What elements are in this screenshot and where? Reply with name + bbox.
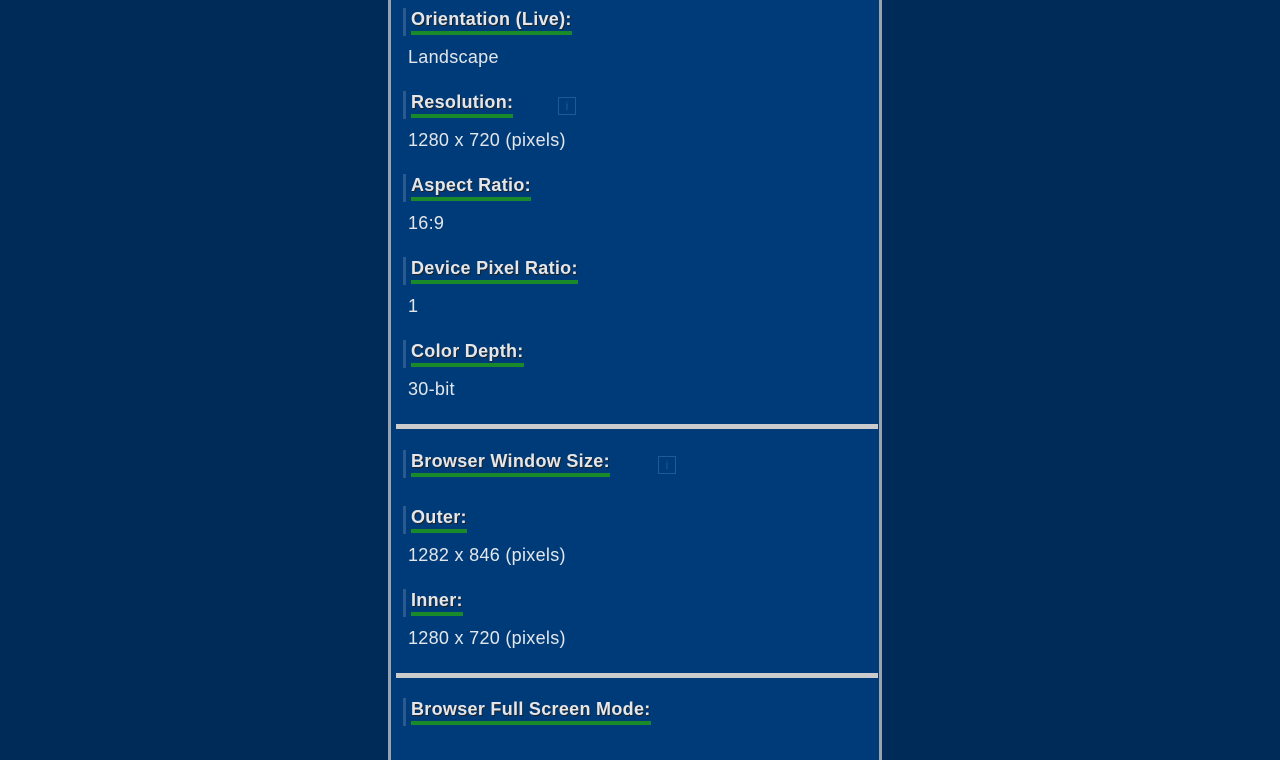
device-pixel-ratio-label-wrap: Device Pixel Ratio: <box>403 257 578 285</box>
color-depth-label-wrap: Color Depth: <box>403 340 524 368</box>
device-pixel-ratio-label: Device Pixel Ratio: <box>411 257 578 284</box>
full-screen-label-wrap: Browser Full Screen Mode: <box>403 698 651 726</box>
aspect-ratio-label: Aspect Ratio: <box>411 174 531 201</box>
outer-label: Outer: <box>411 506 467 533</box>
inner-label: Inner: <box>411 589 463 616</box>
outer-value: 1282 x 846 (pixels) <box>408 545 566 565</box>
section-divider <box>396 424 878 429</box>
inner-label-wrap: Inner: <box>403 589 463 617</box>
resolution-value: 1280 x 720 (pixels) <box>408 130 566 150</box>
inner-value: 1280 x 720 (pixels) <box>408 628 566 648</box>
outer-label-wrap: Outer: <box>403 506 467 534</box>
full-screen-label: Browser Full Screen Mode: <box>411 698 651 725</box>
browser-window-size-label: Browser Window Size: <box>411 450 610 477</box>
resolution-label: Resolution: <box>411 91 514 118</box>
color-depth-label: Color Depth: <box>411 340 524 367</box>
section-divider <box>396 673 878 678</box>
orientation-value: Landscape <box>408 47 499 67</box>
info-panel: Orientation (Live): Landscape Resolution… <box>388 0 882 760</box>
browser-window-info-icon[interactable]: i <box>658 456 676 474</box>
color-depth-value: 30-bit <box>408 379 455 399</box>
aspect-ratio-label-wrap: Aspect Ratio: <box>403 174 531 202</box>
orientation-label: Orientation (Live): <box>411 8 572 35</box>
aspect-ratio-value: 16:9 <box>408 213 445 233</box>
browser-window-size-label-wrap: Browser Window Size: <box>403 450 610 478</box>
resolution-info-icon[interactable]: i <box>558 97 576 115</box>
resolution-label-wrap: Resolution: <box>403 91 514 119</box>
device-pixel-ratio-value: 1 <box>408 296 419 316</box>
orientation-label-wrap: Orientation (Live): <box>403 8 572 36</box>
